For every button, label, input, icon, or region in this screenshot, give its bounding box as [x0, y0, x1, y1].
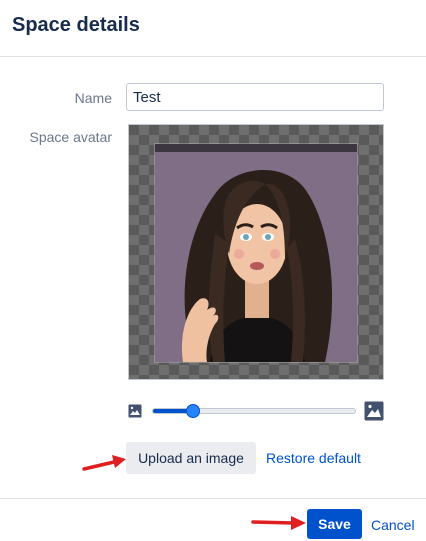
annotation-arrow-upload — [82, 455, 126, 471]
zoom-slider-thumb[interactable] — [186, 404, 201, 418]
dialog-title: Space details — [12, 14, 140, 36]
dialog-footer — [0, 498, 426, 541]
space-details-dialog: Space details Name Space avatar — [0, 0, 426, 541]
zoom-slider[interactable] — [152, 404, 356, 418]
image-large-icon — [364, 401, 384, 421]
avatar-crop-area[interactable] — [128, 124, 384, 380]
space-avatar-label: Space avatar — [29, 129, 113, 145]
image-small-icon — [128, 404, 142, 418]
upload-image-button[interactable]: Upload an image — [126, 442, 256, 474]
zoom-slider-row — [128, 400, 386, 424]
cancel-link[interactable]: Cancel — [371, 517, 415, 533]
name-label: Name — [74, 90, 112, 106]
restore-default-link[interactable]: Restore default — [266, 450, 361, 466]
save-button[interactable]: Save — [307, 509, 362, 539]
name-input[interactable] — [126, 83, 384, 111]
avatar-image[interactable] — [155, 144, 357, 362]
dialog-header: Space details — [0, 0, 426, 57]
avatar-illustration — [155, 144, 357, 362]
